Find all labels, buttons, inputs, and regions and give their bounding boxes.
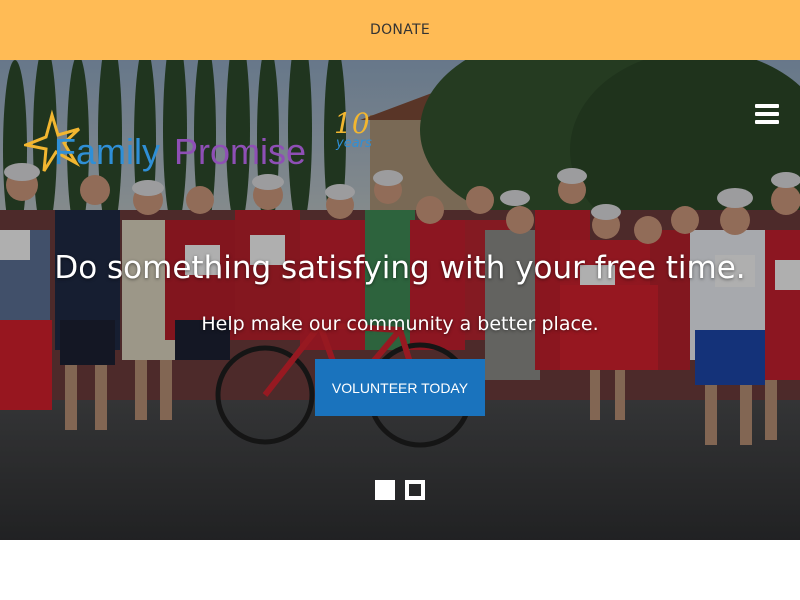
donate-link[interactable]: DONATE <box>370 22 430 38</box>
logo-family-text: Family <box>54 131 160 172</box>
donate-bar: DONATE <box>0 0 800 60</box>
slider-pagination <box>375 480 427 500</box>
slide-dot-2[interactable] <box>405 480 425 500</box>
logo-promise-text: Promise <box>174 131 306 172</box>
hero-headline: Do something satisfying with your free t… <box>54 250 746 286</box>
family-promise-logo[interactable]: Family Promise 10 years <box>24 105 394 195</box>
hero-subheadline: Help make our community a better place. <box>201 313 599 335</box>
hero-banner: Family Promise 10 years Do something sat… <box>0 60 800 540</box>
logo-anniversary-word: years <box>335 136 372 151</box>
hamburger-icon[interactable] <box>755 104 781 126</box>
volunteer-today-button[interactable]: VOLUNTEER TODAY <box>315 359 485 416</box>
slide-dot-1[interactable] <box>375 480 395 500</box>
